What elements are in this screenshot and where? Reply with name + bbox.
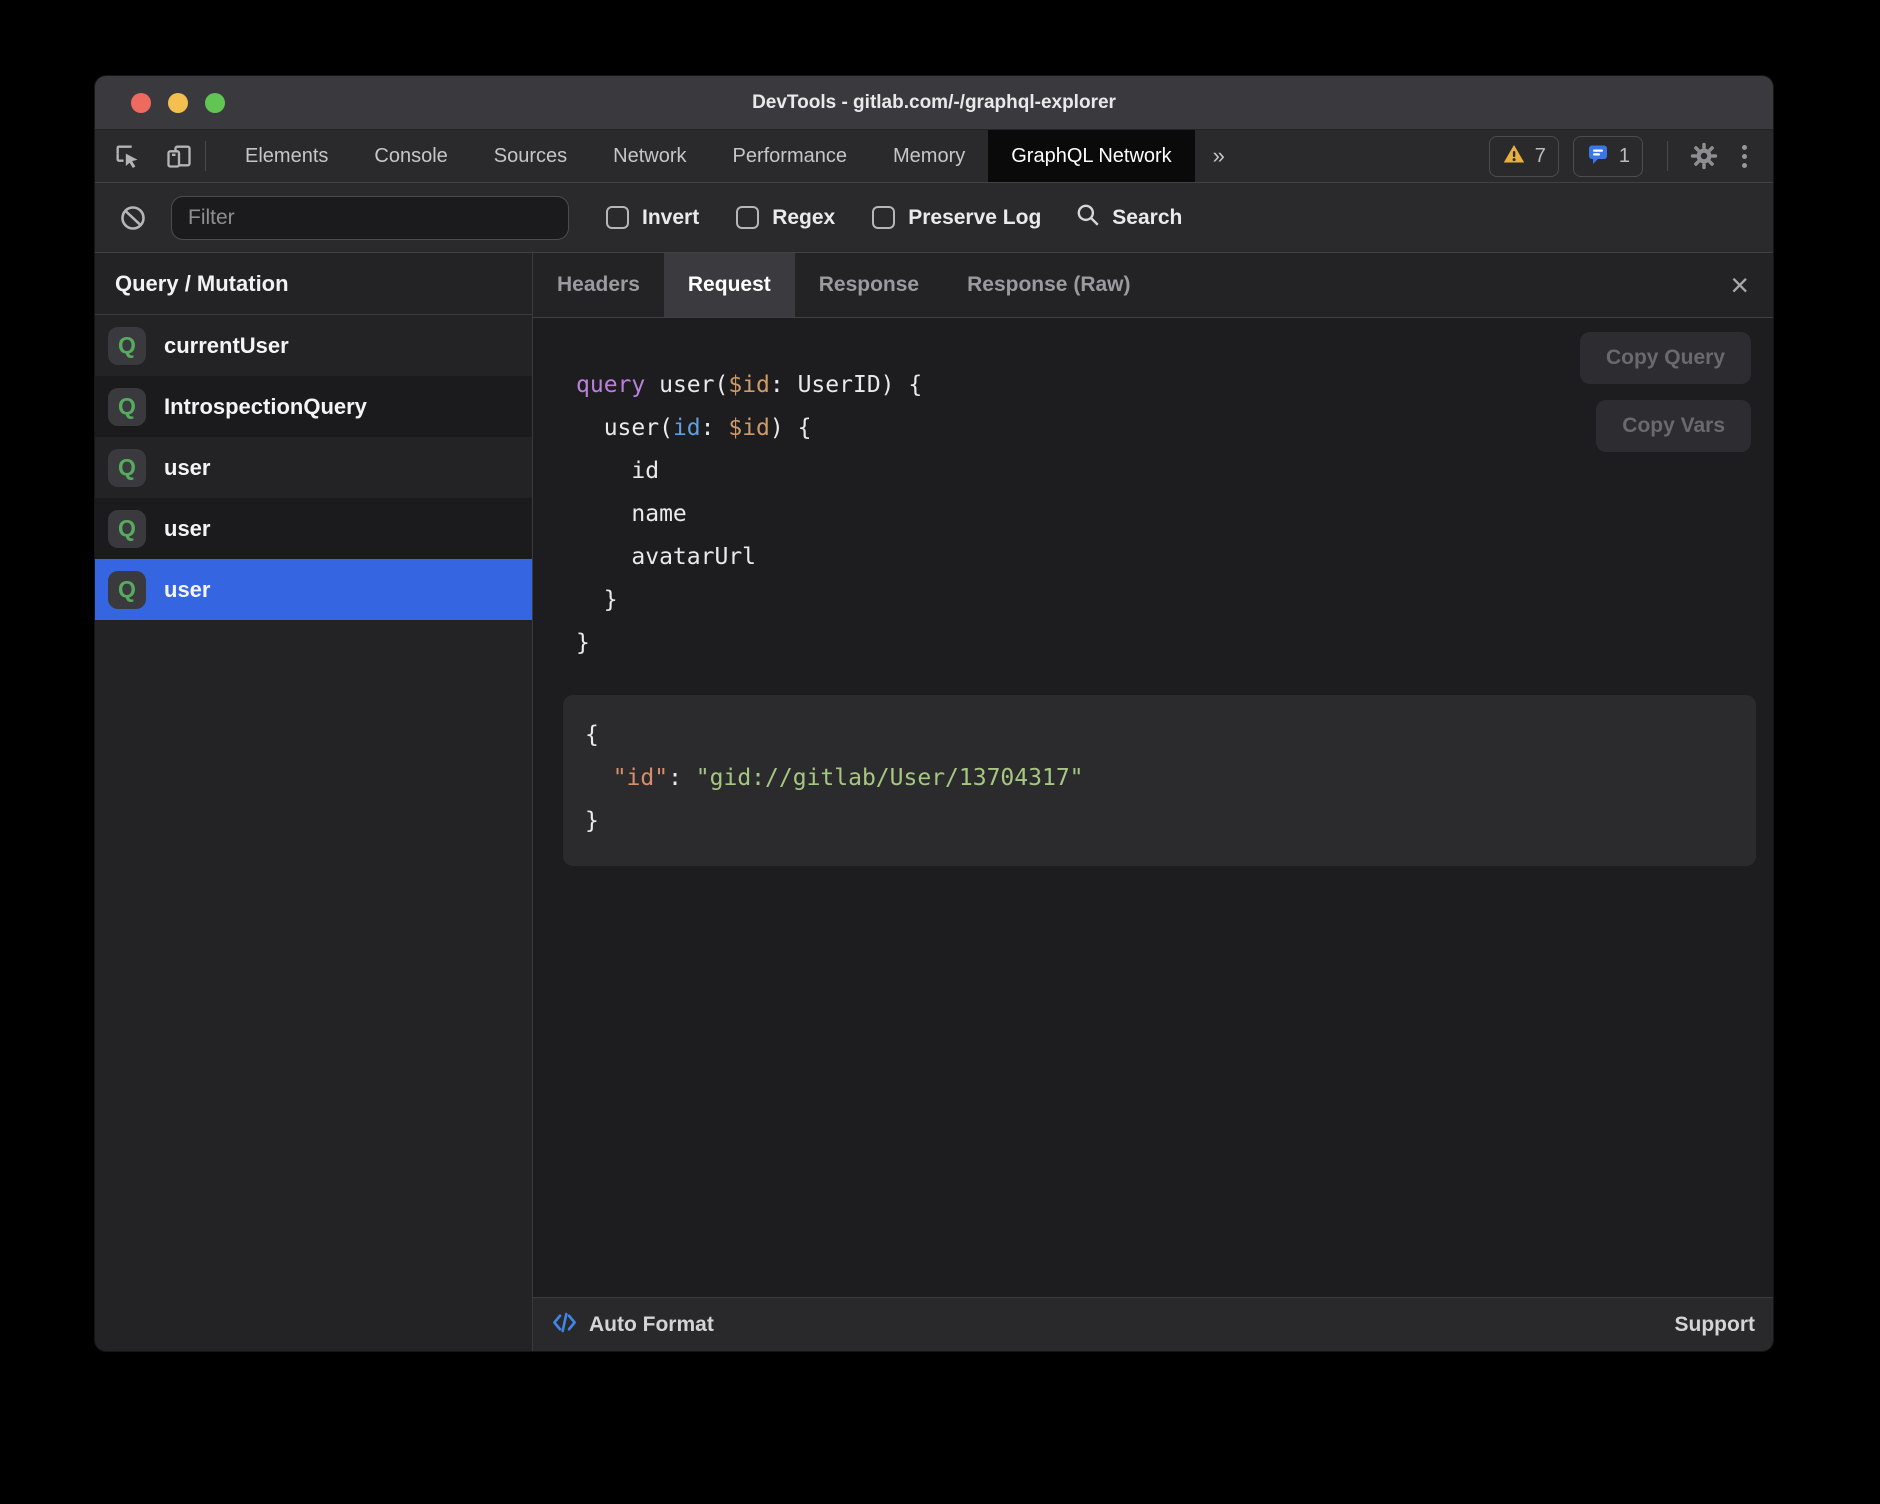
filter-input[interactable] <box>171 196 569 240</box>
sidebar-header: Query / Mutation <box>95 253 532 315</box>
variables-box: { "id": "gid://gitlab/User/13704317"} <box>563 695 1756 866</box>
window-controls <box>131 76 225 129</box>
query-type-badge: Q <box>108 449 146 487</box>
detail-panel: HeadersRequestResponseResponse (Raw) × q… <box>533 253 1773 1351</box>
query-list: QcurrentUserQIntrospectionQueryQuserQuse… <box>95 315 532 620</box>
query-name-label: user <box>164 577 210 603</box>
query-name-label: user <box>164 455 210 481</box>
query-type-badge: Q <box>108 510 146 548</box>
status-divider <box>1667 141 1668 171</box>
status-area: 7 1 <box>1489 130 1773 182</box>
query-name-label: IntrospectionQuery <box>164 394 367 420</box>
code-line: { <box>585 714 1734 757</box>
more-tabs-button[interactable]: » <box>1195 130 1243 182</box>
code-line: id <box>576 450 1773 493</box>
code-line: } <box>585 800 1734 843</box>
search-label: Search <box>1112 206 1182 230</box>
detail-tab-response[interactable]: Response <box>795 253 943 317</box>
query-list-item[interactable]: Quser <box>95 498 532 559</box>
settings-gear-icon[interactable] <box>1688 140 1720 172</box>
tab-performance[interactable]: Performance <box>710 130 871 182</box>
code-line: } <box>576 579 1773 622</box>
toolbar-divider <box>205 141 206 171</box>
footer-bar: Auto Format Support <box>533 1297 1773 1351</box>
variables-code: { "id": "gid://gitlab/User/13704317"} <box>585 714 1734 843</box>
checkbox-box[interactable] <box>606 206 629 229</box>
device-toolbar-icon[interactable] <box>163 140 195 172</box>
warnings-badge[interactable]: 7 <box>1489 136 1559 177</box>
more-options-icon[interactable] <box>1734 145 1755 168</box>
query-list-item[interactable]: Quser <box>95 559 532 620</box>
zoom-window-button[interactable] <box>205 93 225 113</box>
query-name-label: currentUser <box>164 333 289 359</box>
copy-buttons: Copy Query Copy Vars <box>1580 332 1751 452</box>
close-panel-icon[interactable]: × <box>1722 253 1757 317</box>
block-requests-icon[interactable] <box>117 202 149 234</box>
tool-icons <box>95 130 195 182</box>
window-title: DevTools - gitlab.com/-/graphql-explorer <box>752 92 1116 114</box>
warning-count: 7 <box>1535 145 1546 168</box>
query-type-badge: Q <box>108 327 146 365</box>
tab-graphql-network[interactable]: GraphQL Network <box>988 130 1194 182</box>
tab-sources[interactable]: Sources <box>471 130 590 182</box>
detail-tab-response-raw[interactable]: Response (Raw) <box>943 253 1154 317</box>
checkbox-label: Regex <box>772 206 835 230</box>
search-icon <box>1075 202 1101 233</box>
devtools-tabbar: ElementsConsoleSourcesNetworkPerformance… <box>95 130 1773 183</box>
query-list-item[interactable]: QcurrentUser <box>95 315 532 376</box>
detail-tab-request[interactable]: Request <box>664 253 795 317</box>
support-link[interactable]: Support <box>1675 1313 1755 1337</box>
code-line: } <box>576 622 1773 665</box>
checkbox-label: Invert <box>642 206 699 230</box>
warning-icon <box>1502 142 1526 171</box>
detail-tabbar: HeadersRequestResponseResponse (Raw) × <box>533 253 1773 318</box>
search-button[interactable]: Search <box>1075 202 1182 233</box>
code-line: "id": "gid://gitlab/User/13704317" <box>585 757 1734 800</box>
checkbox-label: Preserve Log <box>908 206 1041 230</box>
close-window-button[interactable] <box>131 93 151 113</box>
main-area: Query / Mutation QcurrentUserQIntrospect… <box>95 253 1773 1351</box>
copy-vars-button[interactable]: Copy Vars <box>1596 400 1751 452</box>
issues-count: 1 <box>1619 145 1630 168</box>
checkbox-regex[interactable]: Regex <box>736 206 835 230</box>
detail-tabs: HeadersRequestResponseResponse (Raw) <box>533 253 1155 317</box>
checkbox-invert[interactable]: Invert <box>606 206 699 230</box>
detail-tab-headers[interactable]: Headers <box>533 253 664 317</box>
chat-bubble-icon <box>1586 142 1610 171</box>
devtools-tabs: ElementsConsoleSourcesNetworkPerformance… <box>222 130 1195 182</box>
tabbar-spacer <box>1243 130 1489 182</box>
code-format-icon <box>551 1309 578 1341</box>
checkbox-preserve-log[interactable]: Preserve Log <box>872 206 1041 230</box>
inspect-element-icon[interactable] <box>111 140 143 172</box>
checkbox-box[interactable] <box>736 206 759 229</box>
title-bar: DevTools - gitlab.com/-/graphql-explorer <box>95 76 1773 130</box>
tab-console[interactable]: Console <box>351 130 470 182</box>
filter-bar: Invert Regex Preserve Log Search <box>95 183 1773 253</box>
tab-memory[interactable]: Memory <box>870 130 988 182</box>
sidebar: Query / Mutation QcurrentUserQIntrospect… <box>95 253 533 1351</box>
tab-network[interactable]: Network <box>590 130 709 182</box>
issues-badge[interactable]: 1 <box>1573 136 1643 177</box>
query-type-badge: Q <box>108 571 146 609</box>
query-name-label: user <box>164 516 210 542</box>
request-content: query user($id: UserID) { user(id: $id) … <box>533 318 1773 1297</box>
query-list-item[interactable]: Q IntrospectionQuery <box>95 376 532 437</box>
copy-query-button[interactable]: Copy Query <box>1580 332 1751 384</box>
filter-checkboxes: Invert Regex Preserve Log <box>569 206 1041 230</box>
code-line: name <box>576 493 1773 536</box>
checkbox-box[interactable] <box>872 206 895 229</box>
minimize-window-button[interactable] <box>168 93 188 113</box>
query-list-item[interactable]: Quser <box>95 437 532 498</box>
tab-elements[interactable]: Elements <box>222 130 351 182</box>
auto-format-button[interactable]: Auto Format <box>589 1313 714 1337</box>
devtools-window: DevTools - gitlab.com/-/graphql-explorer <box>94 75 1774 1352</box>
code-line: avatarUrl <box>576 536 1773 579</box>
query-type-badge: Q <box>108 388 146 426</box>
